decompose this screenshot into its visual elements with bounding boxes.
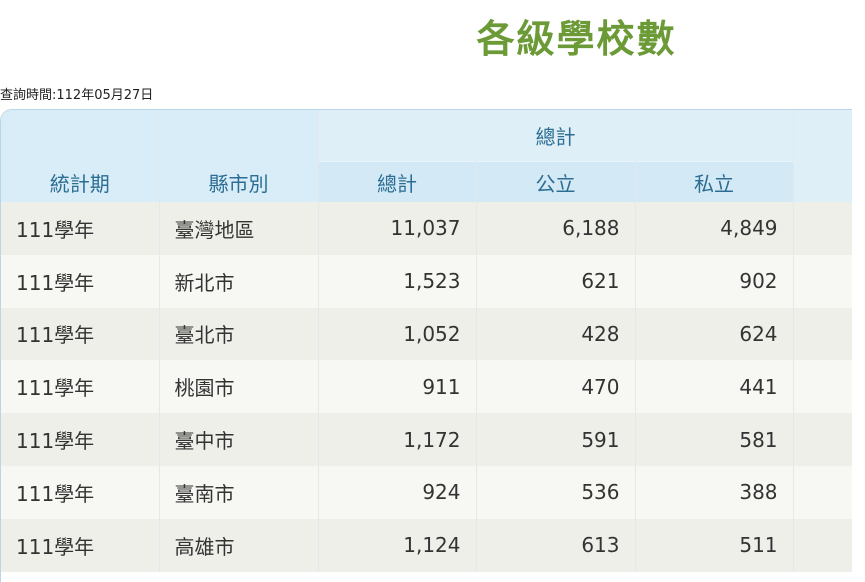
cell-county: 高雄市: [159, 518, 319, 572]
cell-private: 388: [635, 465, 794, 519]
cell-period: 111學年: [1, 254, 160, 308]
table-row: 111學年 新北市 1,523 621 902: [1, 254, 852, 308]
cell-public: 591: [476, 413, 636, 466]
cell-period: 111學年: [1, 413, 160, 466]
cell-private: 902: [635, 254, 794, 308]
cell-county: 臺灣地區: [159, 202, 319, 255]
table-row: 111學年 桃園市 911 470 441: [1, 360, 852, 414]
page-title: 各級學校數: [476, 17, 677, 61]
header-period[interactable]: 統計期: [1, 110, 160, 202]
cell-county: 新北市: [159, 254, 319, 308]
table-row: 111學年 臺中市 1,172 591 581: [1, 413, 852, 466]
table-row: 111學年 臺南市 924 536 388: [1, 465, 852, 519]
header-private[interactable]: 私立: [635, 161, 794, 202]
cell-extra: [793, 518, 852, 572]
query-time: 查詢時間:112年05月27日: [0, 88, 154, 103]
cell-total: 1,172: [318, 413, 477, 466]
header-group-total: 總計: [318, 110, 794, 162]
cell-county: 臺南市: [159, 465, 319, 519]
cell-private: 441: [635, 360, 794, 414]
cell-private: 581: [635, 413, 794, 466]
cell-period: 111學年: [1, 518, 160, 572]
cell-public: 613: [476, 518, 636, 572]
cell-total: 1,052: [318, 307, 477, 361]
cell-total: 1,523: [318, 254, 477, 308]
cell-public: 621: [476, 254, 636, 308]
cell-period: 111學年: [1, 465, 160, 519]
cell-extra: [793, 254, 852, 308]
cell-extra: [793, 360, 852, 414]
cell-public: 536: [476, 465, 636, 519]
cell-extra: [793, 202, 852, 255]
cell-total: 11,037: [318, 202, 477, 255]
school-count-table: 統計期 縣市別 總計 總計 公立 私立 111學年 臺灣地區 11,037 6,…: [0, 109, 852, 582]
cell-private: 511: [635, 518, 794, 572]
cell-period: 111學年: [1, 307, 160, 361]
header-extra: [793, 110, 852, 202]
cell-county: 臺中市: [159, 413, 319, 466]
cell-extra: [793, 307, 852, 361]
cell-private: 624: [635, 307, 794, 361]
cell-total: 1,124: [318, 518, 477, 572]
cell-total: 924: [318, 465, 477, 519]
cell-period: 111學年: [1, 360, 160, 414]
cell-extra: [793, 465, 852, 519]
cell-public: 6,188: [476, 202, 636, 255]
cell-private: 4,849: [635, 202, 794, 255]
table-row: 111學年 高雄市 1,124 613 511: [1, 518, 852, 572]
cell-period: 111學年: [1, 202, 160, 255]
header-total[interactable]: 總計: [318, 161, 477, 202]
cell-public: 470: [476, 360, 636, 414]
table-row: 111學年 臺灣地區 11,037 6,188 4,849: [1, 202, 852, 255]
header-public[interactable]: 公立: [476, 161, 636, 202]
cell-extra: [793, 413, 852, 466]
cell-county: 桃園市: [159, 360, 319, 414]
cell-public: 428: [476, 307, 636, 361]
cell-county: 臺北市: [159, 307, 319, 361]
table-row: 111學年 臺北市 1,052 428 624: [1, 307, 852, 361]
header-county[interactable]: 縣市別: [159, 110, 319, 202]
cell-total: 911: [318, 360, 477, 414]
